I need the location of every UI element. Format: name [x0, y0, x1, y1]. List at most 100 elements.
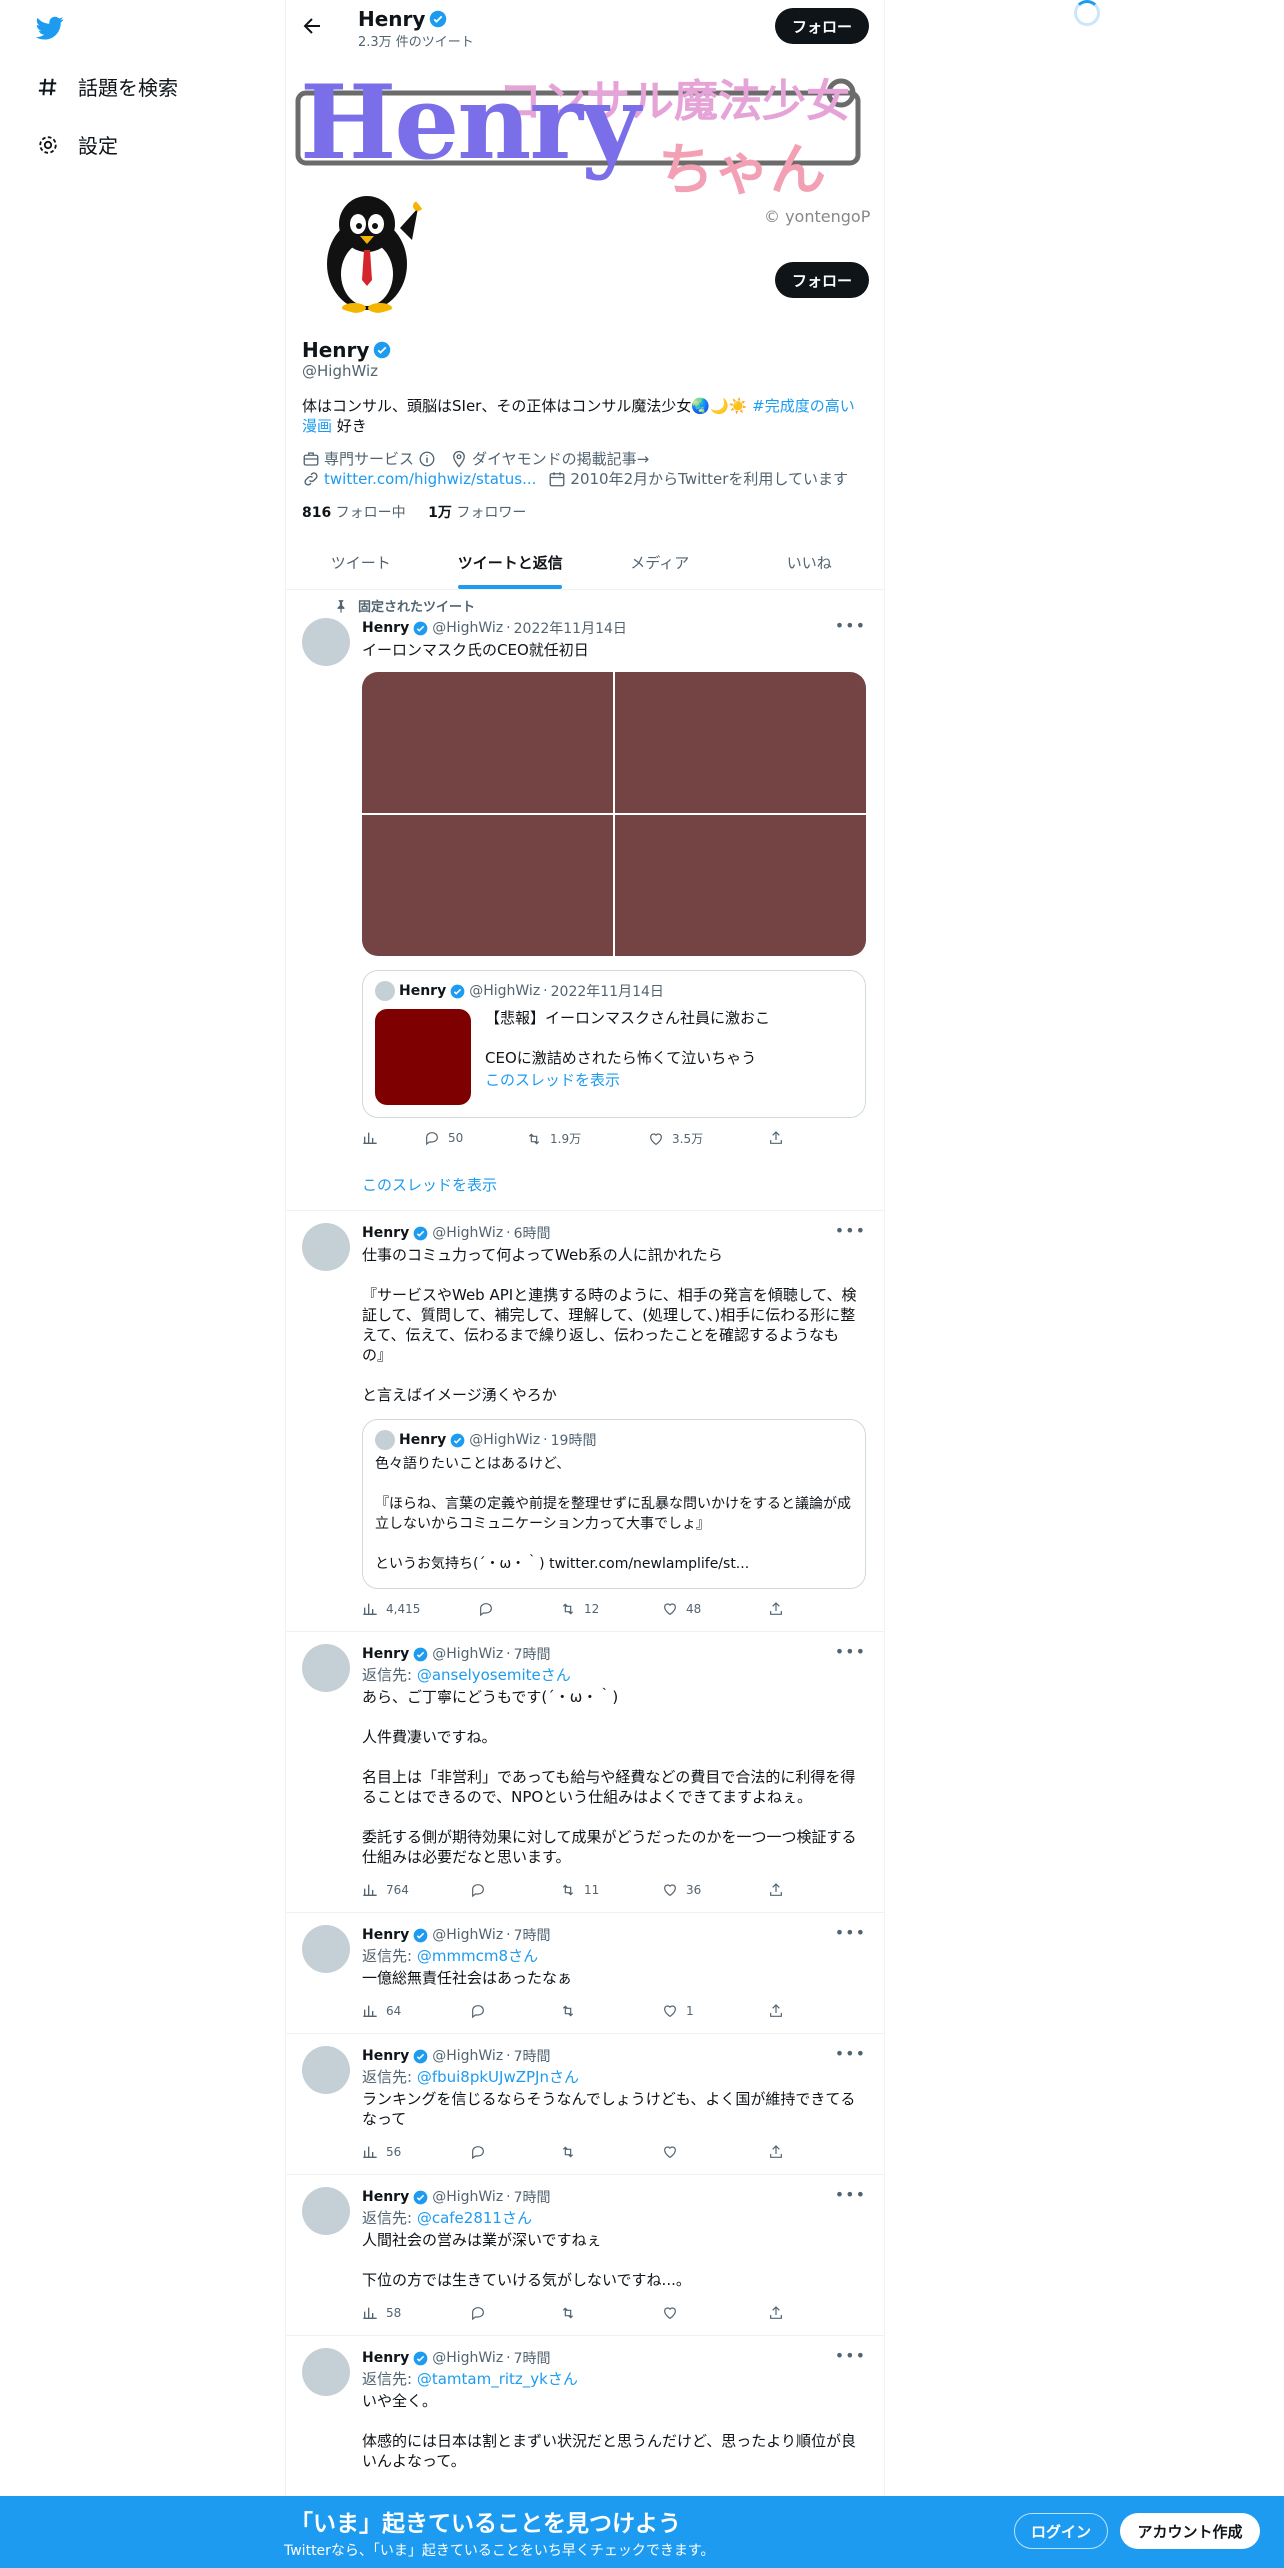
retweet-button[interactable]	[560, 2003, 584, 2019]
like-button[interactable]: 48	[662, 1601, 701, 1617]
tab-media[interactable]: メディア	[585, 536, 735, 589]
tweet-avatar[interactable]	[302, 618, 350, 666]
reply-to-link[interactable]: @tamtam_ritz_yk	[417, 2370, 548, 2388]
tweet-author-handle[interactable]: @HighWiz	[432, 2189, 503, 2205]
show-thread-link[interactable]: このスレッドを表示	[362, 1174, 497, 1195]
media-image[interactable]	[362, 815, 613, 956]
info-icon[interactable]	[418, 450, 436, 468]
tweet[interactable]: Henry @HighWiz · 6時間 ••• 仕事のコミュ力って何よってWe…	[286, 1211, 884, 1632]
tweet-author-name[interactable]: Henry	[362, 2048, 409, 2064]
tweet-author-name[interactable]: Henry	[362, 2189, 409, 2205]
more-options-icon[interactable]: •••	[835, 616, 866, 635]
tweet-author-handle[interactable]: @HighWiz	[432, 620, 503, 636]
tweet-time[interactable]: 7時間	[514, 1925, 551, 1945]
tweet-time[interactable]: 7時間	[514, 2348, 551, 2368]
followers-link[interactable]: 1万 フォロワー	[428, 505, 526, 521]
tweet-time[interactable]: 2022年11月14日	[514, 618, 627, 638]
share-button[interactable]	[768, 2003, 792, 2019]
tweet-author-handle[interactable]: @HighWiz	[432, 2048, 503, 2064]
tab-likes[interactable]: いいね	[735, 536, 885, 589]
views-button[interactable]: 58	[362, 2305, 401, 2321]
reply-to-link[interactable]: @fbui8pkUJwZPJn	[417, 2068, 549, 2086]
retweet-button[interactable]: 12	[560, 1601, 599, 1617]
reply-to-link[interactable]: @anselyosemite	[417, 1666, 541, 1684]
tweet-time[interactable]: 7時間	[514, 1644, 551, 1664]
reply-to-link[interactable]: @mmmcm8	[417, 1947, 508, 1965]
tweet-time[interactable]: 7時間	[514, 2046, 551, 2066]
tweet-author-handle[interactable]: @HighWiz	[432, 1646, 503, 1662]
views-button[interactable]: 764	[362, 1882, 409, 1898]
retweet-button[interactable]	[560, 2144, 584, 2160]
more-options-icon[interactable]: •••	[835, 1923, 866, 1942]
tweet-avatar[interactable]	[302, 1644, 350, 1692]
more-options-icon[interactable]: •••	[835, 2044, 866, 2063]
share-button[interactable]	[768, 2305, 792, 2321]
tweet-time[interactable]: 6時間	[514, 1223, 551, 1243]
reply-button[interactable]	[470, 2305, 494, 2321]
like-button[interactable]: 3.5万	[648, 1130, 703, 1147]
views-button[interactable]: 64	[362, 2003, 401, 2019]
tweet-time[interactable]: 7時間	[514, 2187, 551, 2207]
tweet-author-handle[interactable]: @HighWiz	[432, 2350, 503, 2366]
views-button[interactable]	[362, 1130, 386, 1146]
reply-button[interactable]	[470, 2144, 494, 2160]
quoted-tweet[interactable]: Henry @HighWiz · 19時間 色々語りたいことはあるけど、 『ほら…	[362, 1419, 866, 1589]
quote-show-thread-link[interactable]: このスレッドを表示	[485, 1069, 620, 1090]
profile-follow-button[interactable]: フォロー	[775, 262, 869, 298]
tweet-author-name[interactable]: Henry	[362, 620, 409, 636]
signup-button[interactable]: アカウント作成	[1120, 2513, 1260, 2549]
login-button[interactable]: ログイン	[1014, 2513, 1108, 2549]
tweet-media-grid[interactable]	[362, 672, 866, 956]
media-image[interactable]	[362, 672, 613, 813]
tweet-author-handle[interactable]: @HighWiz	[432, 1225, 503, 1241]
tweet-author-handle[interactable]: @HighWiz	[432, 1927, 503, 1943]
more-options-icon[interactable]: •••	[835, 2346, 866, 2365]
retweet-button[interactable]: 1.9万	[526, 1130, 581, 1147]
reply-button[interactable]	[470, 2003, 494, 2019]
back-arrow-icon[interactable]	[300, 14, 324, 38]
retweet-button[interactable]	[560, 2305, 584, 2321]
tweet-avatar[interactable]	[302, 2187, 350, 2235]
like-button[interactable]	[662, 2144, 686, 2160]
tweet-author-name[interactable]: Henry	[362, 1225, 409, 1241]
views-button[interactable]: 4,415	[362, 1601, 420, 1617]
share-button[interactable]	[768, 1882, 792, 1898]
tweet-author-name[interactable]: Henry	[362, 1927, 409, 1943]
profile-avatar[interactable]	[300, 180, 434, 314]
tab-tweets[interactable]: ツイート	[286, 536, 436, 589]
tweet-avatar[interactable]	[302, 1925, 350, 1973]
tweet[interactable]: Henry @HighWiz · 7時間 ••• 返信先: @mmmcm8さん …	[286, 1913, 884, 2034]
like-button[interactable]: 36	[662, 1882, 701, 1898]
reply-button[interactable]	[478, 1601, 502, 1617]
tweet-avatar[interactable]	[302, 1223, 350, 1271]
sidebar-item-settings[interactable]: 設定	[34, 130, 118, 159]
tweet[interactable]: Henry @HighWiz · 7時間 ••• 返信先: @cafe2811さ…	[286, 2175, 884, 2336]
like-button[interactable]	[662, 2305, 686, 2321]
quoted-tweet[interactable]: Henry @HighWiz · 2022年11月14日 【悲報】イーロンマスク…	[362, 970, 866, 1118]
share-button[interactable]	[768, 2144, 792, 2160]
tweet-avatar[interactable]	[302, 2046, 350, 2094]
retweet-button[interactable]: 11	[560, 1882, 599, 1898]
tweet-author-name[interactable]: Henry	[362, 2350, 409, 2366]
tweet[interactable]: Henry @HighWiz · 7時間 ••• 返信先: @anselyose…	[286, 1632, 884, 1913]
views-button[interactable]: 56	[362, 2144, 401, 2160]
tweet-author-name[interactable]: Henry	[362, 1646, 409, 1662]
reply-button[interactable]	[470, 1882, 494, 1898]
share-button[interactable]	[768, 1601, 792, 1617]
like-button[interactable]: 1	[662, 2003, 694, 2019]
sidebar-item-explore[interactable]: 話題を検索	[34, 72, 178, 101]
media-image[interactable]	[615, 815, 866, 956]
tweet-avatar[interactable]	[302, 2348, 350, 2396]
reply-button[interactable]: 50	[424, 1130, 463, 1146]
share-button[interactable]	[768, 1130, 792, 1146]
more-options-icon[interactable]: •••	[835, 2185, 866, 2204]
more-options-icon[interactable]: •••	[835, 1642, 866, 1661]
profile-link[interactable]: twitter.com/highwiz/status...	[324, 470, 536, 488]
media-image[interactable]	[615, 672, 866, 813]
tweet[interactable]: 固定されたツイート Henry @HighWiz · 2022年11月14日 •…	[286, 590, 884, 1211]
reply-to-link[interactable]: @cafe2811	[417, 2209, 502, 2227]
tweet[interactable]: Henry @HighWiz · 7時間 ••• 返信先: @fbui8pkUJ…	[286, 2034, 884, 2175]
following-link[interactable]: 816 フォロー中	[302, 505, 406, 521]
more-options-icon[interactable]: •••	[835, 1221, 866, 1240]
tab-tweets-and-replies[interactable]: ツイートと返信	[436, 536, 586, 589]
